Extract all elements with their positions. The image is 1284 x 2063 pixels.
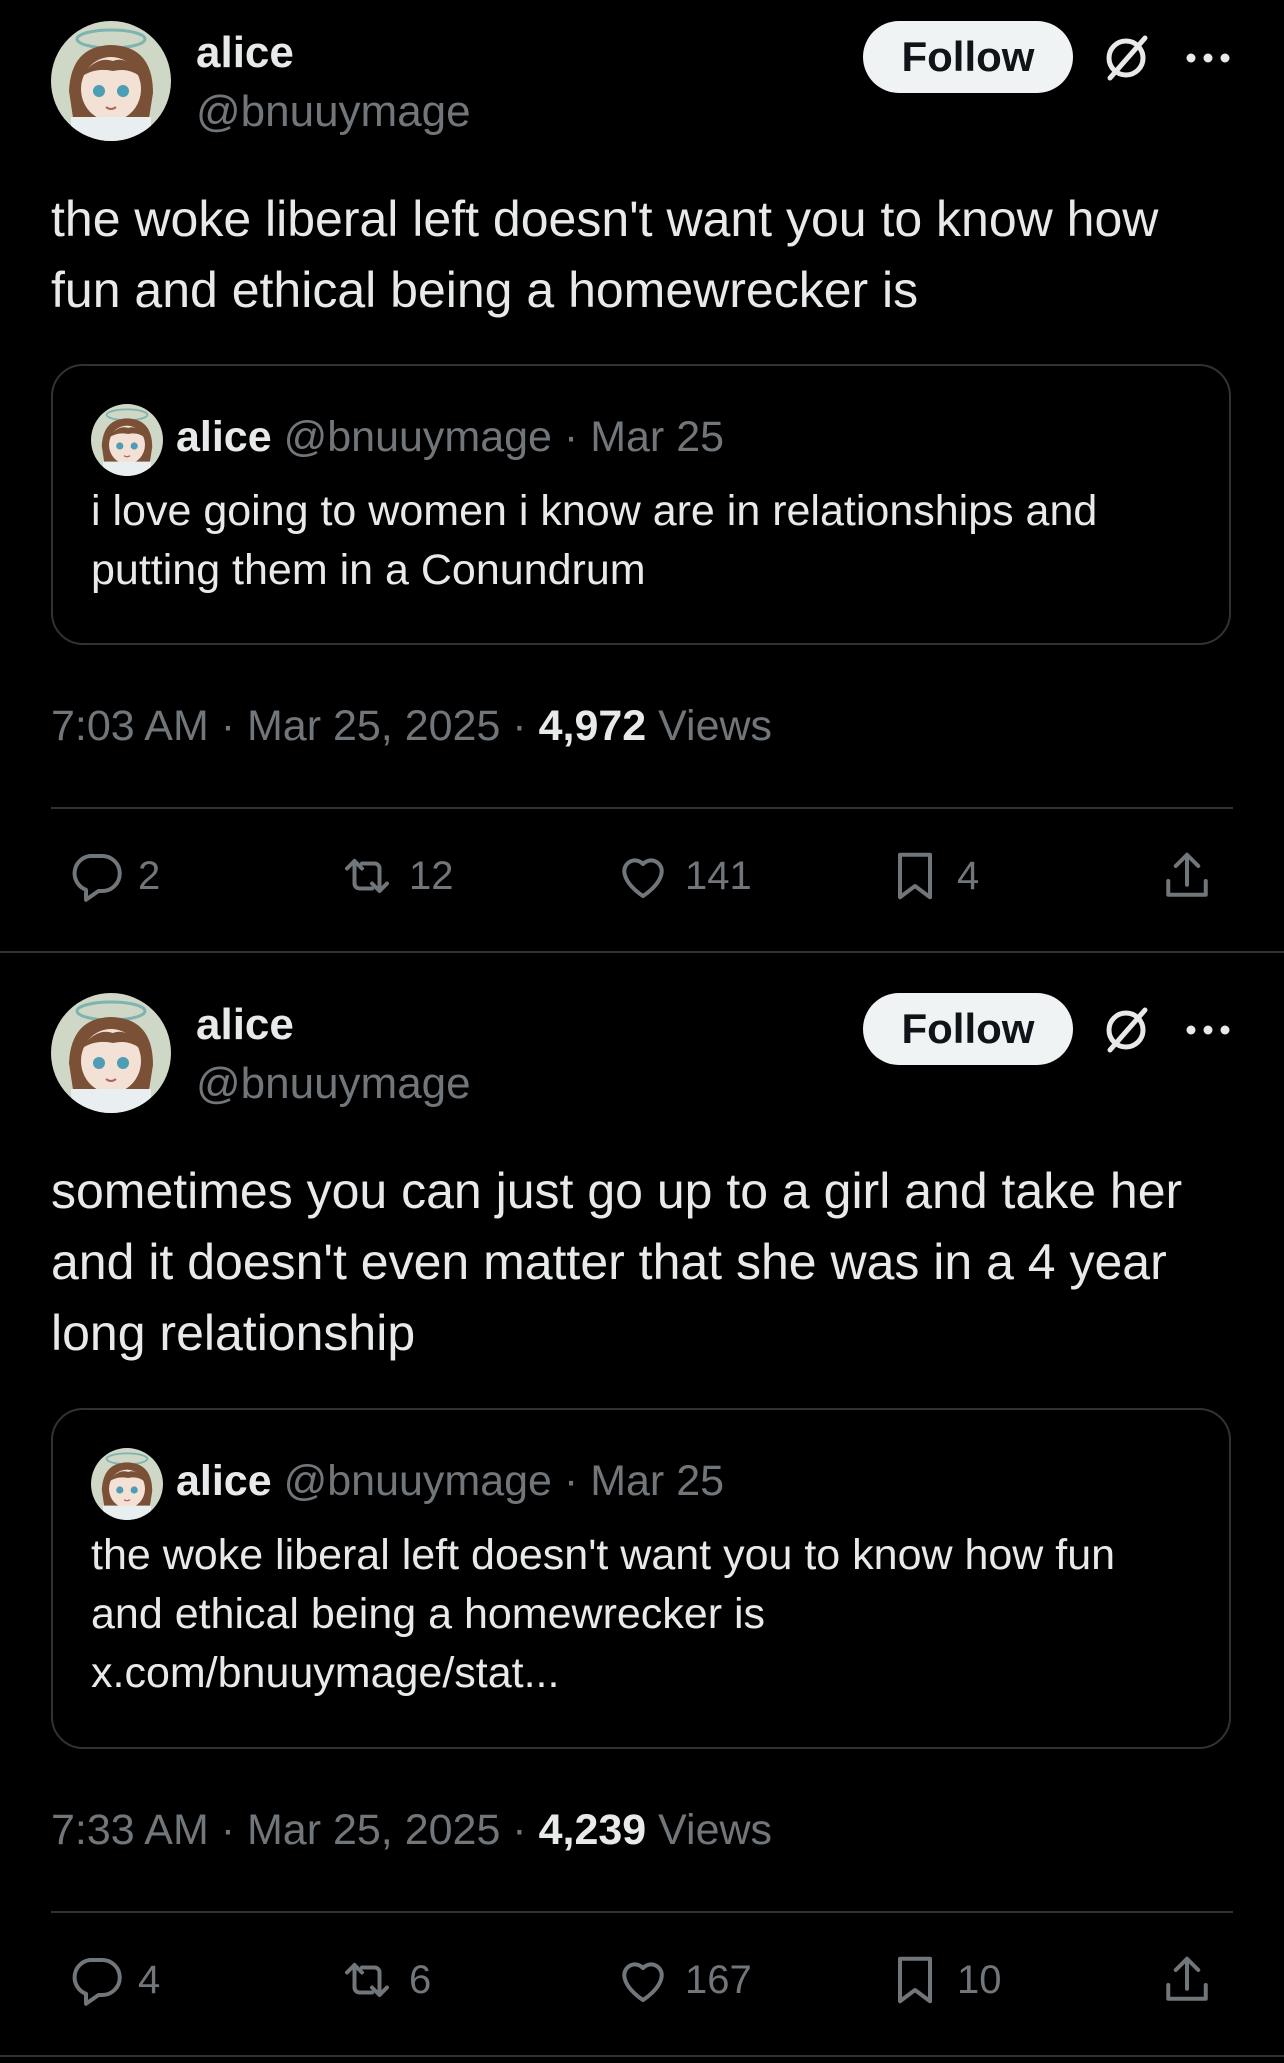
author-name[interactable]: alice [196,31,294,75]
share-icon [1166,852,1208,897]
author-handle[interactable]: @bnuuymage [196,1062,471,1106]
divider [51,1911,1233,1913]
grok-icon[interactable] [1098,30,1154,86]
views-label: Views [646,702,773,750]
post-separator [0,2055,1284,2057]
repost-icon [345,1963,389,1997]
like-count: 167 [685,1957,752,2002]
repost-button[interactable]: 6 [337,1950,431,2010]
like-button[interactable]: 167 [613,1950,752,2010]
action-bar: 2 12 141 4 [0,846,1284,916]
author-handle[interactable]: @bnuuymage [196,90,471,134]
quote-avatar [91,404,163,476]
reply-count: 2 [138,853,161,898]
author-name[interactable]: alice [196,1003,294,1047]
quote-author-handle: @bnuuymage [283,1457,552,1505]
avatar[interactable] [51,21,171,141]
bookmark-count: 10 [957,1957,1002,2002]
reply-icon [72,1958,122,2006]
quoted-post[interactable]: alice @bnuuymage · Mar 25 i love going t… [51,364,1231,645]
timestamp[interactable]: 7:33 AM · Mar 25, 2025 · [51,1806,539,1854]
divider [51,807,1233,809]
quote-date: · Mar 25 [563,413,725,461]
action-bar: 4 6 167 10 [0,1950,1284,2020]
bookmark-icon [898,852,932,900]
follow-button[interactable]: Follow [863,21,1073,93]
reply-button[interactable]: 2 [66,846,160,906]
grok-icon[interactable] [1098,1002,1154,1058]
reply-icon [72,854,122,902]
like-icon [622,1962,664,2002]
more-icon[interactable] [1183,1020,1233,1040]
post-meta: 7:03 AM · Mar 25, 2025 · 4,972 Views [51,705,772,748]
post-separator [0,951,1284,953]
quote-author-name: alice [176,413,272,461]
quote-header: alice @bnuuymage · Mar 25 [176,1460,724,1503]
post-text: sometimes you can just go up to a girl a… [51,1163,1183,1361]
more-icon[interactable] [1183,48,1233,68]
share-button[interactable] [1157,1950,1217,2010]
quote-avatar [91,1448,163,1520]
timestamp[interactable]: 7:03 AM · Mar 25, 2025 · [51,702,539,750]
like-icon [622,858,664,898]
repost-icon [345,859,389,893]
views-count: 4,972 [538,702,647,750]
like-button[interactable]: 141 [613,846,752,906]
quote-date: · Mar 25 [563,1457,725,1505]
share-button[interactable] [1157,846,1217,906]
repost-button[interactable]: 12 [337,846,454,906]
repost-count: 6 [409,1957,432,2002]
quote-text: i love going to women i know are in rela… [91,487,1098,594]
views-count: 4,239 [538,1806,647,1854]
follow-button[interactable]: Follow [863,993,1073,1065]
post-text: the woke liberal left doesn't want you t… [51,191,1159,318]
bookmark-icon [898,1956,932,2004]
like-count: 141 [685,853,752,898]
post-meta: 7:33 AM · Mar 25, 2025 · 4,239 Views [51,1809,772,1852]
avatar[interactable] [51,993,171,1113]
bookmark-button[interactable]: 10 [885,1950,1002,2010]
repost-count: 12 [409,853,454,898]
quote-header: alice @bnuuymage · Mar 25 [176,416,724,459]
views-label: Views [646,1806,773,1854]
quote-text: the woke liberal left doesn't want you t… [91,1531,1116,1697]
reply-button[interactable]: 4 [66,1950,160,2010]
bookmark-count: 4 [957,853,980,898]
bookmark-button[interactable]: 4 [885,846,979,906]
reply-count: 4 [138,1957,161,2002]
quote-author-name: alice [176,1457,272,1505]
quoted-post[interactable]: alice @bnuuymage · Mar 25 the woke liber… [51,1408,1231,1749]
quote-author-handle: @bnuuymage [283,413,552,461]
share-icon [1166,1956,1208,2001]
